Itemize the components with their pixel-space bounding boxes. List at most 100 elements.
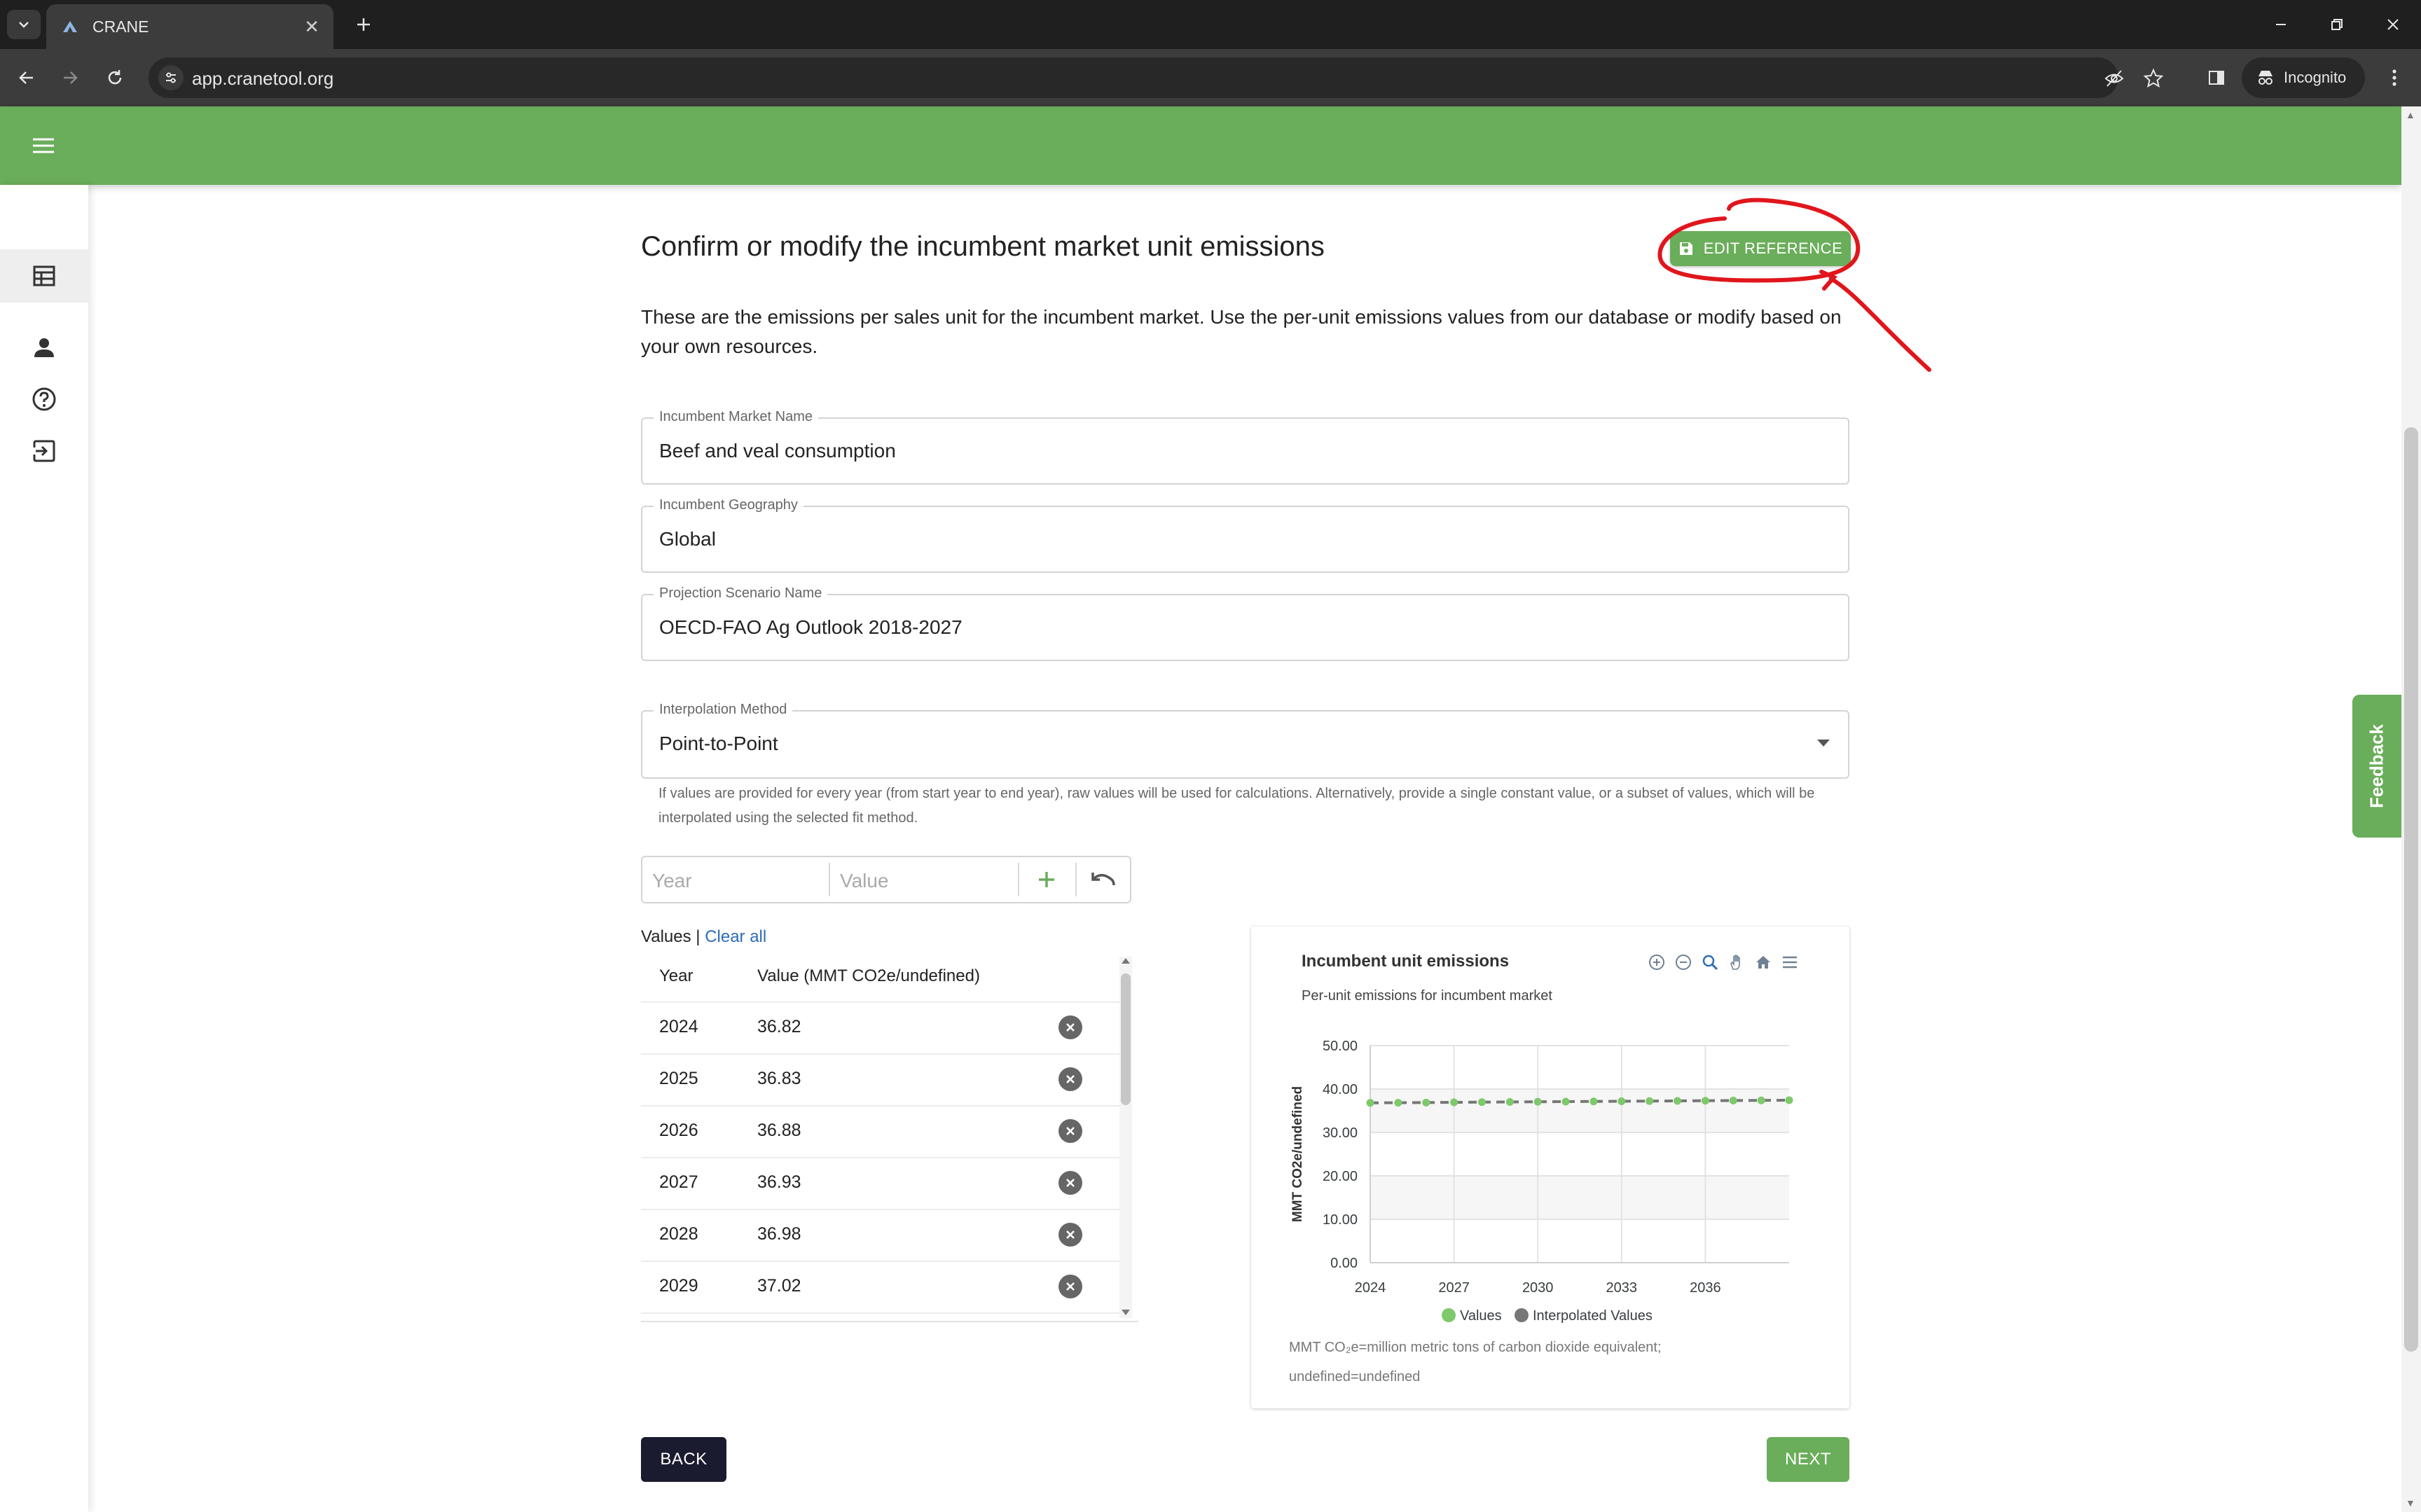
remove-value-button[interactable] — [1058, 1275, 1082, 1298]
values-data-point — [1618, 1097, 1626, 1105]
chart-subtitle: Per-unit emissions for incumbent market — [1302, 988, 1552, 1004]
zoom-out-icon — [1676, 955, 1691, 970]
remove-value-button[interactable] — [1058, 1171, 1082, 1195]
crane-favicon-icon — [63, 21, 77, 32]
chart-toolbar — [1643, 952, 1803, 973]
scroll-up-arrow-icon[interactable]: ▲ — [2406, 109, 2415, 120]
remove-value-button[interactable] — [1058, 1223, 1082, 1247]
values-label: Values — [641, 927, 691, 946]
add-value-button[interactable] — [1019, 857, 1074, 902]
close-window-button[interactable] — [2372, 8, 2414, 41]
scroll-up-arrow-icon[interactable] — [1122, 958, 1130, 964]
legend-values-label: Values — [1460, 1308, 1502, 1324]
values-data-point — [1394, 1099, 1402, 1107]
row-value: 36.83 — [757, 1069, 801, 1088]
field-value: Global — [659, 528, 716, 550]
close-icon — [1066, 1230, 1075, 1239]
value-input[interactable]: Value — [830, 857, 1016, 902]
incognito-icon — [2258, 71, 2272, 85]
left-nav-rail — [0, 185, 88, 1512]
zoom-in-button[interactable] — [1643, 952, 1670, 973]
values-data-point — [1561, 1097, 1570, 1106]
next-button[interactable]: NEXT — [1767, 1437, 1849, 1482]
zoom-out-button[interactable] — [1670, 952, 1697, 973]
back-button[interactable]: BACK — [641, 1437, 726, 1482]
table-row: 2025 36.83 — [641, 1053, 1124, 1107]
forward-nav-button[interactable] — [53, 61, 87, 95]
browser-menu-button[interactable] — [2378, 61, 2411, 95]
bookmark-button[interactable] — [2142, 67, 2165, 90]
side-panel-button[interactable] — [2200, 61, 2233, 95]
field-label: Incumbent Geography — [654, 497, 803, 513]
zoom-in-icon — [1649, 955, 1664, 970]
scroll-down-arrow-icon[interactable] — [1122, 1310, 1130, 1315]
legend-values-marker — [1442, 1308, 1456, 1322]
interpolation-method-select[interactable]: Interpolation Method Point-to-Point — [641, 702, 1849, 779]
values-table-scrollbar-thumb[interactable] — [1121, 973, 1131, 1105]
x-tick-label: 2030 — [1522, 1280, 1554, 1296]
value-placeholder: Value — [840, 870, 889, 892]
page-scrollbar-thumb[interactable] — [2404, 427, 2418, 1352]
browser-tab-crane[interactable]: CRANE ✕ — [46, 4, 333, 49]
projection-scenario-name-field[interactable]: Projection Scenario Name OECD-FAO Ag Out… — [641, 585, 1849, 661]
remove-value-button[interactable] — [1058, 1015, 1082, 1039]
scroll-down-arrow-icon[interactable]: ▼ — [2406, 1497, 2415, 1508]
x-tick-label: 2027 — [1438, 1280, 1470, 1296]
row-value: 36.88 — [757, 1121, 801, 1140]
values-separator: | — [691, 927, 705, 946]
values-data-point — [1505, 1097, 1514, 1106]
field-value: OECD-FAO Ag Outlook 2018-2027 — [659, 616, 963, 638]
remove-value-button[interactable] — [1058, 1067, 1082, 1091]
table-row: 2027 36.93 — [641, 1157, 1124, 1210]
arrow-right-icon — [64, 71, 78, 84]
address-bar[interactable]: app.cranetool.org — [149, 57, 2164, 98]
y-axis-title: MMT CO2e/undefined — [1290, 1086, 1305, 1222]
values-table-scrollbar[interactable] — [1119, 957, 1132, 1318]
rail-item-logout[interactable] — [0, 424, 88, 478]
x-tick-label: 2024 — [1355, 1280, 1386, 1296]
values-data-point — [1533, 1097, 1542, 1106]
chart-menu-button[interactable] — [1777, 952, 1803, 973]
year-input[interactable]: Year — [642, 857, 827, 902]
rail-item-account[interactable] — [0, 321, 88, 374]
reload-icon — [108, 70, 122, 85]
clear-all-link[interactable]: Clear all — [705, 927, 766, 946]
rail-item-table[interactable] — [0, 249, 88, 303]
incognito-label: Incognito — [2284, 69, 2347, 86]
undo-icon — [1091, 873, 1115, 886]
restore-window-button[interactable] — [2316, 8, 2358, 41]
url-text: app.cranetool.org — [192, 68, 334, 89]
hamburger-menu-button[interactable] — [28, 130, 59, 161]
feedback-tab[interactable]: Feedback — [2352, 695, 2401, 838]
minimize-window-button[interactable] — [2260, 8, 2302, 41]
values-data-point — [1674, 1097, 1682, 1105]
undo-button[interactable] — [1077, 857, 1130, 902]
field-label: Interpolation Method — [654, 702, 793, 718]
legend-interpolated-marker — [1515, 1308, 1529, 1322]
y-tick-label: 40.00 — [1323, 1082, 1358, 1097]
chart-grid-band — [1370, 1089, 1789, 1132]
site-info-button[interactable] — [158, 65, 184, 90]
tab-close-icon[interactable]: ✕ — [304, 16, 319, 38]
tab-search-button[interactable] — [7, 10, 41, 39]
pan-button[interactable] — [1723, 952, 1750, 973]
rail-item-help[interactable] — [0, 373, 88, 426]
incumbent-geography-field[interactable]: Incumbent Geography Global — [641, 497, 1849, 573]
incumbent-market-name-field[interactable]: Incumbent Market Name Beef and veal cons… — [641, 409, 1849, 485]
field-value: Point-to-Point — [659, 733, 778, 754]
kebab-menu-icon — [2392, 69, 2396, 86]
field-label: Incumbent Market Name — [654, 409, 818, 425]
new-tab-button[interactable] — [347, 8, 380, 41]
reset-zoom-button[interactable] — [1750, 952, 1777, 973]
logout-icon — [32, 440, 55, 462]
selection-zoom-button[interactable] — [1697, 952, 1723, 973]
row-year: 2027 — [659, 1172, 698, 1192]
remove-value-button[interactable] — [1058, 1119, 1082, 1143]
col-year-header: Year — [659, 966, 694, 985]
tracking-protection-button[interactable] — [2103, 67, 2125, 90]
back-nav-button[interactable] — [10, 61, 43, 95]
incognito-indicator[interactable]: Incognito — [2242, 57, 2365, 98]
app-header — [0, 106, 2401, 185]
reload-button[interactable] — [98, 61, 132, 95]
chart-footnote: MMT CO₂e=million metric tons of carbon d… — [1289, 1333, 1779, 1392]
